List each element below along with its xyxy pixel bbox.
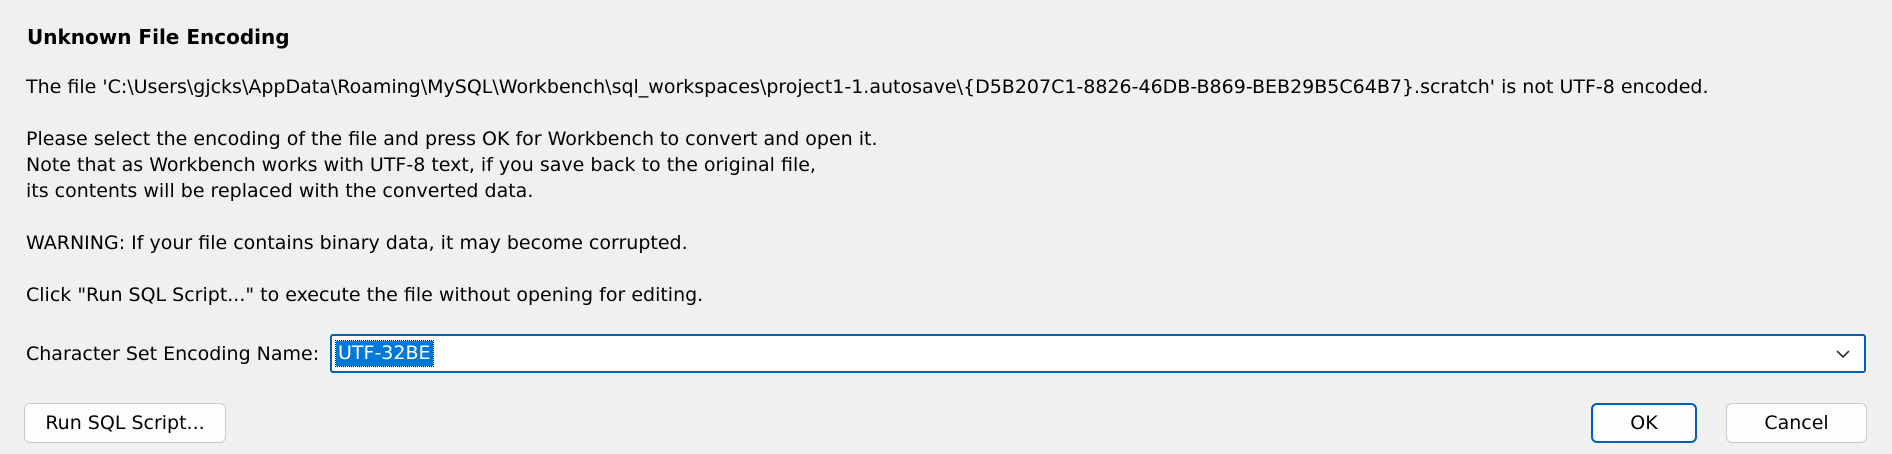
message-line-run-hint: Click "Run SQL Script..." to execute the… <box>26 284 704 306</box>
dialog-title: Unknown File Encoding <box>27 25 290 49</box>
message-line-warning: WARNING: If your file contains binary da… <box>26 232 688 254</box>
encoding-combobox-value[interactable]: UTF-32BE <box>335 340 434 367</box>
message-line-path: The file 'C:\Users\gjcks\AppData\Roaming… <box>26 76 1709 98</box>
encoding-combobox[interactable]: UTF-32BE <box>330 334 1866 373</box>
run-sql-script-button[interactable]: Run SQL Script... <box>24 403 226 443</box>
encoding-label: Character Set Encoding Name: <box>26 343 320 365</box>
message-line-instruction: Please select the encoding of the file a… <box>26 128 878 150</box>
message-line-note-cont: its contents will be replaced with the c… <box>26 180 534 202</box>
chevron-down-icon[interactable] <box>1834 345 1852 363</box>
message-line-note: Note that as Workbench works with UTF-8 … <box>26 154 816 176</box>
cancel-button[interactable]: Cancel <box>1726 403 1867 443</box>
ok-button[interactable]: OK <box>1591 403 1697 443</box>
